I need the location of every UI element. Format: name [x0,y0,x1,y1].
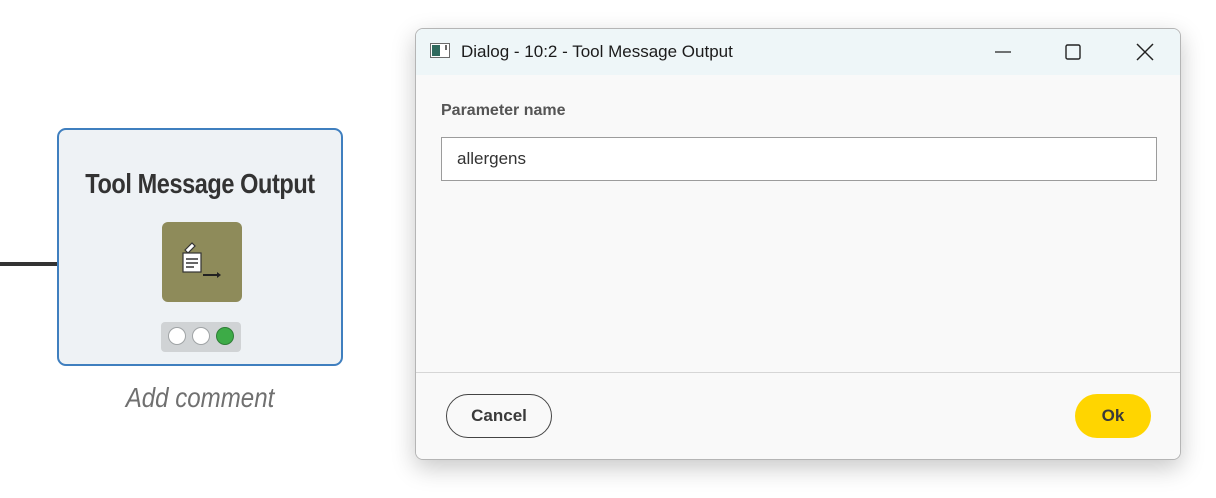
status-light-2 [192,327,210,345]
workflow-node[interactable]: Tool Message Output [57,128,343,366]
app-window-icon [430,43,450,58]
dialog-content: Parameter name [416,75,1180,372]
node-dialog: Dialog - 10:2 - Tool Message Output Para… [415,28,1181,460]
minimize-button[interactable] [980,37,1026,67]
node-title[interactable]: Tool Message Output [82,168,319,200]
dialog-title: Dialog - 10:2 - Tool Message Output [461,42,733,61]
maximize-button[interactable] [1050,37,1096,67]
parameter-name-label: Parameter name [441,102,566,119]
parameter-name-input[interactable] [441,137,1157,181]
maximize-icon [1065,44,1081,60]
ok-button[interactable]: Ok [1075,394,1151,438]
status-light-executed [216,327,234,345]
status-light-1 [168,327,186,345]
dialog-titlebar[interactable]: Dialog - 10:2 - Tool Message Output [416,29,1180,75]
close-button[interactable] [1122,37,1168,67]
cancel-button[interactable]: Cancel [446,394,552,438]
dialog-footer: Cancel Ok [416,373,1180,459]
add-comment-label[interactable]: Add comment [77,382,323,414]
minimize-icon [995,51,1011,53]
tool-message-output-icon[interactable] [162,222,242,302]
close-icon [1136,43,1154,61]
node-status-lights [161,322,241,352]
